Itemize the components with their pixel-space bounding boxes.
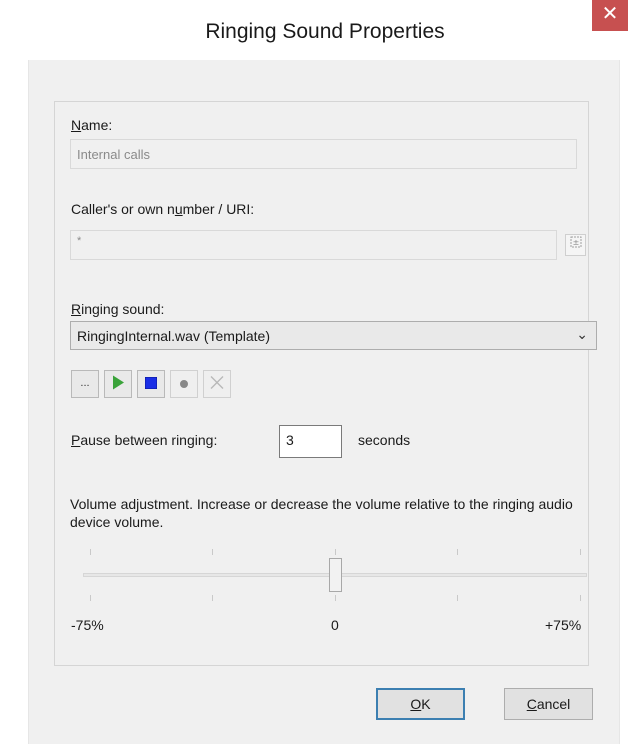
pause-unit-label: seconds — [358, 432, 411, 448]
record-button[interactable] — [170, 370, 198, 398]
chevron-down-icon: ⌄ — [576, 326, 588, 342]
ringing-sound-label: Ringing sound: — [71, 301, 165, 317]
ringing-sound-select[interactable]: RingingInternal.wav (Template) ⌄ — [70, 321, 597, 350]
slider-tick — [580, 549, 581, 555]
svg-text:±: ± — [572, 238, 579, 247]
play-button[interactable] — [104, 370, 132, 398]
properties-group: Name: Internal calls Caller's or own num… — [54, 101, 597, 666]
window-title: Ringing Sound Properties — [205, 20, 445, 43]
ellipsis-icon: ... — [80, 376, 90, 389]
slider-tick — [212, 549, 213, 555]
record-icon — [179, 376, 189, 392]
number-picker-button[interactable]: ± — [565, 234, 586, 256]
volume-max-label: +75% — [545, 617, 582, 633]
contact-picker-icon: ± — [570, 236, 582, 251]
ok-button[interactable]: OK — [376, 688, 465, 720]
stop-icon — [144, 376, 158, 392]
name-field[interactable]: Internal calls — [70, 139, 577, 169]
volume-slider-thumb[interactable] — [329, 558, 342, 592]
volume-mid-label: 0 — [331, 617, 339, 633]
pause-label: Pause between ringing: — [71, 432, 218, 448]
cancel-button[interactable]: Cancel — [504, 688, 593, 720]
browse-sound-button[interactable]: ... — [71, 370, 99, 398]
delete-sound-button[interactable] — [203, 370, 231, 398]
volume-slider-area: -75% 0 +75% — [55, 549, 588, 659]
close-icon: ✕ — [601, 3, 619, 25]
volume-min-label: -75% — [71, 617, 104, 633]
number-field[interactable]: * — [70, 230, 557, 260]
number-label: Caller's or own number / URI: — [71, 201, 255, 217]
slider-tick — [457, 595, 458, 601]
ringing-sound-value: RingingInternal.wav (Template) — [77, 328, 270, 344]
sound-toolbar: ... — [71, 370, 271, 400]
title-bar[interactable]: Ringing Sound Properties ✕ — [22, 0, 628, 60]
slider-tick — [90, 595, 91, 601]
slider-tick — [580, 595, 581, 601]
slider-tick — [335, 549, 336, 555]
slider-tick — [212, 595, 213, 601]
pause-seconds-input[interactable]: 3 — [279, 425, 342, 458]
dialog-body: Name: Internal calls Caller's or own num… — [28, 60, 620, 744]
close-button[interactable]: ✕ — [592, 0, 628, 31]
slider-tick — [335, 595, 336, 601]
dialog-window: Ringing Sound Properties ✕ Name: Interna… — [22, 0, 628, 744]
slider-tick — [457, 549, 458, 555]
stop-button[interactable] — [137, 370, 165, 398]
volume-description: Volume adjustment. Increase or decrease … — [70, 496, 573, 530]
play-icon — [112, 375, 124, 393]
slider-tick — [90, 549, 91, 555]
name-label: Name: — [71, 117, 113, 133]
delete-icon — [210, 376, 224, 393]
